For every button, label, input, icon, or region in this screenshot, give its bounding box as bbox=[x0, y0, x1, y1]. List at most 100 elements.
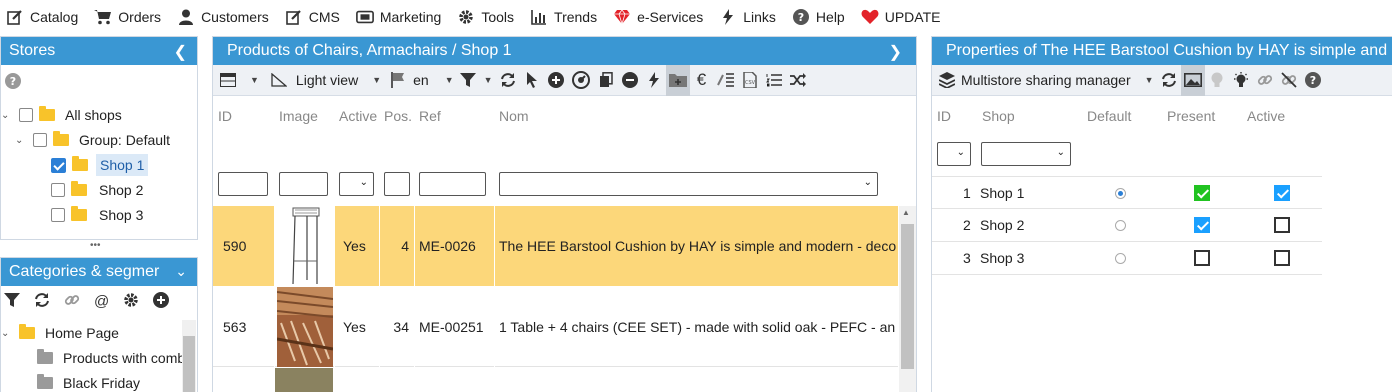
filter-shop-select[interactable]: ⌄ bbox=[981, 142, 1071, 166]
tree-item-group-default[interactable]: ⌄ Group: Default bbox=[15, 128, 170, 152]
filter-name-select[interactable]: ⌄ bbox=[499, 172, 878, 196]
copy-icon[interactable] bbox=[594, 65, 618, 96]
shuffle-icon[interactable] bbox=[786, 65, 810, 96]
column-header-shop[interactable]: Shop bbox=[982, 108, 1015, 124]
column-header-id[interactable]: ID bbox=[937, 108, 951, 124]
refresh-icon[interactable] bbox=[34, 292, 50, 311]
present-checkbox[interactable] bbox=[1194, 185, 1210, 201]
link-icon[interactable] bbox=[1253, 65, 1277, 96]
menu-e-services[interactable]: e-Services bbox=[613, 8, 703, 26]
tree-item-all-shops[interactable]: ⌄ All shops bbox=[1, 103, 122, 127]
tree-item-shop-3[interactable]: Shop 3 bbox=[51, 203, 143, 227]
tree-item-products-with-combi[interactable]: Products with combi bbox=[37, 346, 188, 370]
column-header-default[interactable]: Default bbox=[1087, 108, 1131, 124]
multistore-manager-menu[interactable]: Multistore sharing manager ▼ bbox=[936, 65, 1157, 96]
tree-checkbox[interactable] bbox=[51, 208, 65, 222]
expand-arrow-icon[interactable]: ⌄ bbox=[1, 110, 13, 121]
table-row[interactable]: 2 Shop 2 bbox=[932, 209, 1322, 242]
chevron-down-icon[interactable]: ⌄ bbox=[175, 263, 187, 280]
lightbulb-on-icon[interactable] bbox=[1229, 65, 1253, 96]
numbered-list-icon[interactable] bbox=[762, 65, 786, 96]
layout-menu[interactable]: ▼ bbox=[217, 65, 262, 96]
csv-file-icon[interactable]: CSV bbox=[738, 65, 762, 96]
menu-marketing[interactable]: Marketing bbox=[355, 8, 441, 26]
menu-trends[interactable]: Trends bbox=[530, 8, 597, 26]
folder-add-icon[interactable] bbox=[665, 64, 690, 96]
menu-catalog[interactable]: Catalog bbox=[6, 8, 78, 26]
refresh-icon[interactable] bbox=[496, 65, 520, 96]
default-radio[interactable] bbox=[1115, 220, 1126, 231]
bolt-icon[interactable] bbox=[642, 65, 666, 96]
collapse-left-icon[interactable]: ❮ bbox=[174, 42, 187, 62]
view-selector[interactable]: Light view ▼ bbox=[268, 65, 384, 96]
column-header-ref[interactable]: Ref bbox=[419, 108, 441, 124]
column-header-active[interactable]: Active bbox=[339, 108, 377, 124]
pointer-icon[interactable] bbox=[520, 65, 544, 96]
filter-position-input[interactable] bbox=[384, 172, 410, 196]
menu-customers[interactable]: Customers bbox=[177, 8, 269, 26]
menu-links[interactable]: Links bbox=[719, 8, 776, 26]
column-header-image[interactable]: Image bbox=[279, 108, 318, 124]
link-icon[interactable] bbox=[64, 292, 80, 311]
menu-update[interactable]: UPDATE bbox=[861, 8, 940, 26]
column-header-position[interactable]: Pos. bbox=[384, 108, 412, 124]
menu-help[interactable]: ? Help bbox=[792, 8, 845, 26]
column-header-id[interactable]: ID bbox=[218, 108, 232, 124]
gear-icon[interactable] bbox=[123, 292, 139, 311]
menu-tools[interactable]: Tools bbox=[457, 8, 514, 26]
tree-item-black-friday[interactable]: Black Friday bbox=[37, 371, 140, 392]
menu-orders[interactable]: Orders bbox=[94, 8, 161, 26]
column-header-name[interactable]: Nom bbox=[499, 108, 529, 124]
euro-icon[interactable]: € bbox=[690, 65, 714, 96]
tree-checkbox[interactable] bbox=[51, 183, 65, 197]
active-checkbox[interactable] bbox=[1274, 250, 1290, 266]
present-checkbox[interactable] bbox=[1194, 250, 1210, 266]
image-icon[interactable] bbox=[1180, 64, 1205, 96]
filter-id-select[interactable]: ⌄ bbox=[937, 142, 971, 166]
unlink-icon[interactable] bbox=[1277, 65, 1301, 96]
filter-menu[interactable]: ▼ bbox=[457, 65, 496, 96]
filter-active-select[interactable]: ⌄ bbox=[339, 172, 374, 196]
scrollbar-thumb[interactable] bbox=[901, 224, 914, 369]
tree-item-home-page[interactable]: ⌄ Home Page bbox=[1, 321, 119, 345]
scrollbar-thumb[interactable] bbox=[183, 336, 195, 392]
tree-checkbox[interactable] bbox=[51, 157, 66, 173]
tree-checkbox[interactable] bbox=[19, 108, 33, 122]
table-row[interactable]: 563 Yes 34 ME-00251 1 Table + 4 chairs (… bbox=[213, 287, 899, 367]
filter-icon[interactable] bbox=[4, 292, 20, 311]
column-header-present[interactable]: Present bbox=[1167, 108, 1215, 124]
lightbulb-icon[interactable] bbox=[1205, 65, 1229, 96]
expand-arrow-icon[interactable]: ⌄ bbox=[15, 135, 27, 146]
scrollbar[interactable] bbox=[182, 320, 196, 392]
help-icon[interactable]: ? bbox=[1301, 65, 1325, 96]
active-checkbox[interactable] bbox=[1274, 217, 1290, 233]
speed-icon[interactable] bbox=[568, 65, 594, 96]
default-radio[interactable] bbox=[1115, 253, 1126, 264]
table-row[interactable]: 3 Shop 3 bbox=[932, 242, 1322, 275]
refresh-icon[interactable] bbox=[1157, 65, 1181, 96]
filter-image-input[interactable] bbox=[279, 172, 328, 196]
sort-lines-icon[interactable] bbox=[714, 65, 738, 96]
filter-ref-input[interactable] bbox=[419, 172, 486, 196]
present-checkbox[interactable] bbox=[1194, 217, 1210, 233]
default-radio[interactable] bbox=[1115, 188, 1126, 199]
resize-handle[interactable]: ••• bbox=[90, 240, 101, 251]
add-icon[interactable] bbox=[544, 65, 568, 96]
tree-item-shop-2[interactable]: Shop 2 bbox=[51, 178, 143, 202]
menu-cms[interactable]: CMS bbox=[285, 8, 340, 26]
at-icon[interactable]: @ bbox=[94, 293, 109, 310]
chevron-right-icon[interactable]: ❯ bbox=[889, 42, 902, 62]
add-icon[interactable] bbox=[153, 291, 170, 311]
table-row[interactable]: 590 Yes 4 ME-0026 The HEE Barstool Cushi… bbox=[213, 206, 899, 286]
filter-id-input[interactable] bbox=[218, 172, 268, 196]
tree-checkbox[interactable] bbox=[33, 133, 47, 147]
tree-item-shop-1[interactable]: Shop 1 bbox=[51, 153, 149, 177]
table-row[interactable]: 1 Shop 1 bbox=[932, 176, 1322, 209]
help-icon[interactable]: ? bbox=[5, 72, 21, 92]
expand-arrow-icon[interactable]: ⌄ bbox=[1, 328, 13, 339]
language-selector[interactable]: en ▼ bbox=[388, 65, 457, 96]
remove-icon[interactable] bbox=[618, 65, 642, 96]
scroll-up-icon[interactable]: ▲ bbox=[902, 208, 910, 217]
active-checkbox[interactable] bbox=[1274, 185, 1290, 201]
column-header-active[interactable]: Active bbox=[1247, 108, 1285, 124]
